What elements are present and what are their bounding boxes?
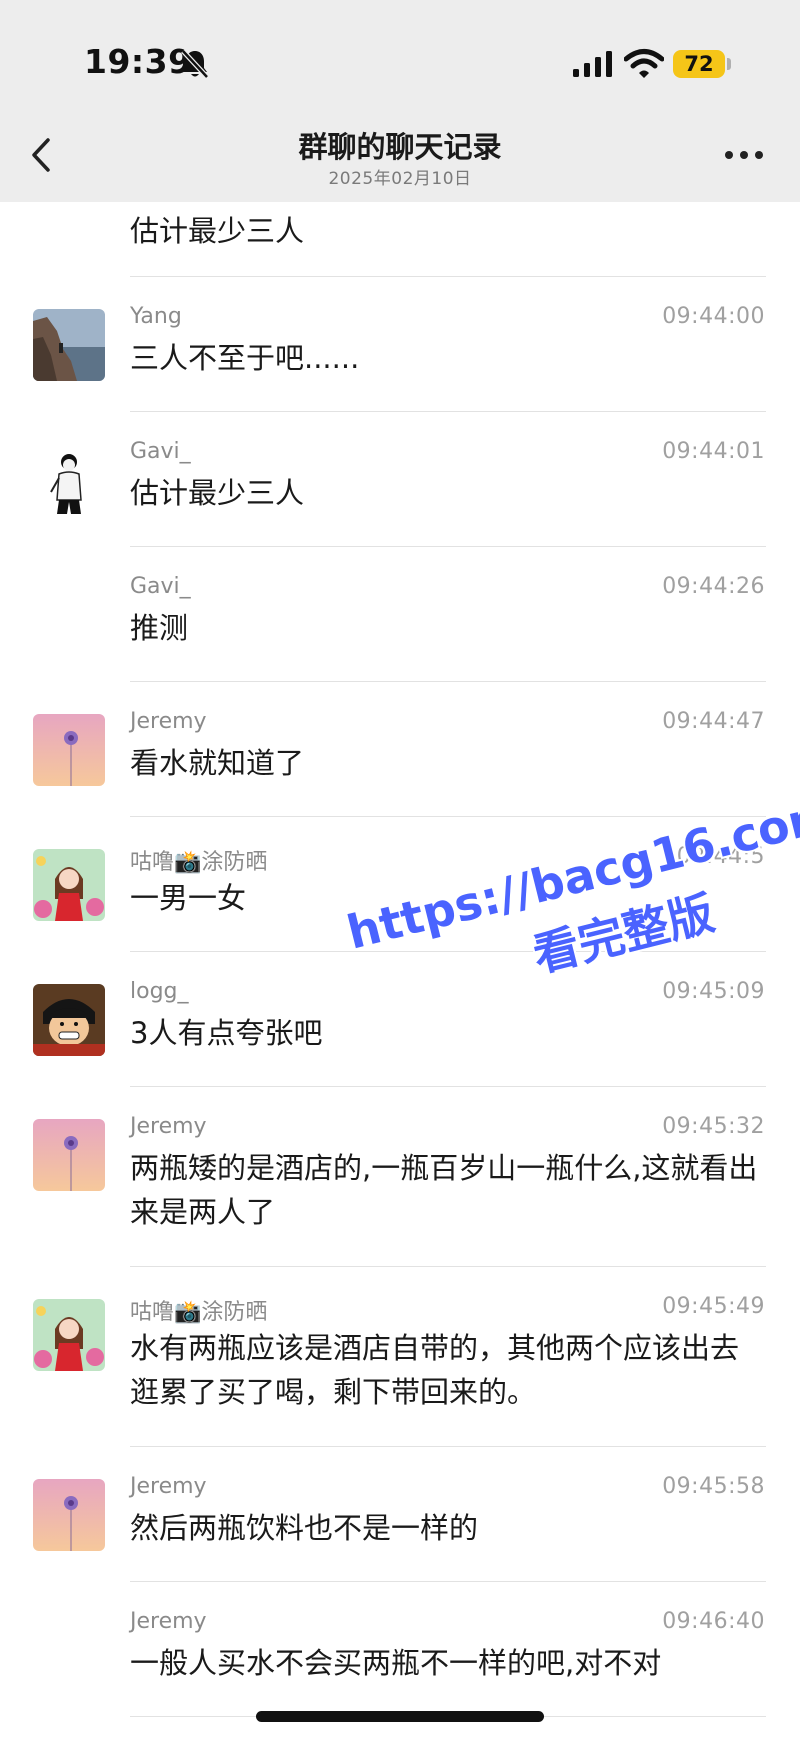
sender-name: Jeremy xyxy=(130,1474,207,1499)
message-text: 三人不至于吧...... xyxy=(130,341,360,375)
list-item: Gavi_ 09:44:26 推测 xyxy=(0,546,800,681)
more-options-icon[interactable] xyxy=(720,140,768,170)
message-text: 3人有点夸张吧 xyxy=(130,1016,323,1050)
message-time: 09:44:47 xyxy=(662,709,765,734)
list-item: 估计最少三人 xyxy=(0,202,800,276)
message-text: 一男一女 xyxy=(130,881,247,915)
battery-tip xyxy=(727,58,731,70)
message-time: 09:45:58 xyxy=(662,1474,765,1499)
sender-name: Jeremy xyxy=(130,709,207,734)
avatar[interactable] xyxy=(33,309,105,381)
message-text: 估计最少三人 xyxy=(130,476,305,510)
list-item: Jeremy 09:45:58 然后两瓶饮料也不是一样的 xyxy=(0,1446,800,1581)
list-item: Jeremy 09:45:32 两瓶矮的是酒店的,一瓶百岁山一瓶什么,这就看出来… xyxy=(0,1086,800,1266)
home-indicator[interactable] xyxy=(256,1711,544,1722)
avatar[interactable] xyxy=(33,849,105,921)
message-time: 09:44:01 xyxy=(662,439,765,464)
avatar[interactable] xyxy=(33,984,105,1056)
flower-gradient-avatar xyxy=(33,714,105,786)
anime-character-avatar xyxy=(33,984,105,1056)
list-item: Jeremy 09:44:47 看水就知道了 xyxy=(0,681,800,816)
flower-gradient-avatar xyxy=(33,1479,105,1551)
sender-name: Gavi_ xyxy=(130,574,191,599)
cartoon-girl-avatar xyxy=(33,1299,105,1371)
message-text: 然后两瓶饮料也不是一样的 xyxy=(130,1511,479,1545)
sender-name: Jeremy xyxy=(130,1609,207,1634)
status-bar: 19:39 72 xyxy=(0,0,800,100)
sketch-man-avatar xyxy=(33,444,105,516)
message-time: 09:44:5 xyxy=(676,844,765,869)
avatar[interactable] xyxy=(33,1479,105,1551)
message-time: 09:45:32 xyxy=(662,1114,765,1139)
flower-gradient-avatar xyxy=(33,1119,105,1191)
message-text: 一般人买水不会买两瓶不一样的吧,对不对 xyxy=(130,1646,662,1680)
avatar[interactable] xyxy=(33,1119,105,1191)
battery-indicator: 72 xyxy=(673,50,725,78)
message-time: 09:45:49 xyxy=(662,1294,765,1319)
message-text: 水有两瓶应该是酒店自带的，其他两个应该出去逛累了买了喝，剩下带回来的。 xyxy=(130,1331,740,1409)
message-text: 看水就知道了 xyxy=(130,746,305,780)
status-time: 19:39 xyxy=(84,42,192,81)
sender-name: 咕噜📸涂防晒 xyxy=(130,1300,268,1325)
message-time: 09:44:00 xyxy=(662,304,765,329)
top-bar-container: 19:39 72 群聊的聊天记录 2025年02月10日 xyxy=(0,0,800,202)
list-item: Gavi_ 09:44:01 估计最少三人 xyxy=(0,411,800,546)
message-text: 两瓶矮的是酒店的,一瓶百岁山一瓶什么,这就看出来是两人了 xyxy=(130,1151,758,1229)
list-item: 咕噜📸涂防晒 09:45:49 水有两瓶应该是酒店自带的，其他两个应该出去逛累了… xyxy=(0,1266,800,1446)
signal-icon xyxy=(573,51,612,77)
page-title: 群聊的聊天记录 xyxy=(298,130,502,164)
message-time: 09:44:26 xyxy=(662,574,765,599)
list-item: 咕噜📸涂防晒 09:44:5 一男一女 xyxy=(0,816,800,951)
coast-photo-avatar xyxy=(33,309,105,381)
avatar[interactable] xyxy=(33,714,105,786)
sender-name: Jeremy xyxy=(130,1114,207,1139)
cartoon-girl-avatar xyxy=(33,849,105,921)
page-subtitle-date: 2025年02月10日 xyxy=(328,169,472,189)
sender-name: Gavi_ xyxy=(130,439,191,464)
message-time: 09:45:09 xyxy=(662,979,765,1004)
avatar[interactable] xyxy=(33,1299,105,1371)
wifi-icon xyxy=(624,49,664,78)
list-item: logg_ 09:45:09 3人有点夸张吧 xyxy=(0,951,800,1086)
sender-name: Yang xyxy=(130,304,182,329)
bell-off-icon xyxy=(181,49,209,79)
sender-name: 咕噜📸涂防晒 xyxy=(130,850,268,875)
list-item: Jeremy 09:46:40 一般人买水不会买两瓶不一样的吧,对不对 xyxy=(0,1581,800,1716)
nav-bar: 群聊的聊天记录 2025年02月10日 xyxy=(0,110,800,202)
list-item: Yang 09:44:00 三人不至于吧...... xyxy=(0,276,800,411)
message-text: 推测 xyxy=(130,611,189,645)
sender-name: logg_ xyxy=(130,979,189,1004)
message-time: 09:46:40 xyxy=(662,1609,765,1634)
message-text: 估计最少三人 xyxy=(130,214,305,248)
avatar[interactable] xyxy=(33,444,105,516)
